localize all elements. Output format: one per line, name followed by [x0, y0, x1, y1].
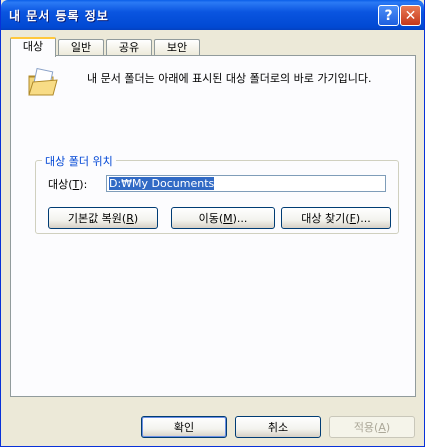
- target-label: 대상(T):: [48, 178, 88, 191]
- title-bar[interactable]: 내 문서 등록 정보 ? ✕: [1, 0, 424, 30]
- close-icon: ✕: [404, 7, 417, 24]
- tab-panel-target: 내 문서 폴더는 아래에 표시된 대상 폴더로의 바로 가기입니다. 대상 폴더…: [10, 55, 416, 397]
- apply-button[interactable]: 적용(A): [329, 416, 415, 438]
- description-text: 내 문서 폴더는 아래에 표시된 대상 폴더로의 바로 가기입니다.: [87, 72, 372, 85]
- target-input[interactable]: D:₩My Documents: [106, 175, 386, 192]
- tab-general[interactable]: 일반: [58, 39, 104, 56]
- restore-default-button[interactable]: 기본값 복원(R): [48, 207, 158, 229]
- cancel-button[interactable]: 취소: [235, 416, 321, 438]
- tab-sharing[interactable]: 공유: [106, 39, 152, 56]
- target-input-value: D:₩My Documents: [109, 177, 215, 190]
- target-folder-group: 대상 폴더 위치 대상(T): D:₩My Documents 기본값 복원(R…: [35, 153, 399, 234]
- my-documents-folder-icon: [27, 67, 61, 101]
- tab-target[interactable]: 대상: [10, 37, 56, 57]
- window-title: 내 문서 등록 정보: [9, 9, 109, 23]
- move-button[interactable]: 이동(M)...: [171, 207, 275, 229]
- properties-dialog: 내 문서 등록 정보 ? ✕ 대상 일반 공유 보안 내 문서 폴더는 아래에 …: [0, 0, 425, 447]
- close-button[interactable]: ✕: [400, 5, 421, 26]
- help-button[interactable]: ?: [378, 5, 399, 26]
- ok-button[interactable]: 확인: [141, 416, 227, 438]
- group-legend: 대상 폴더 위치: [42, 153, 116, 169]
- help-icon: ?: [384, 7, 393, 24]
- find-target-button[interactable]: 대상 찾기(F)...: [281, 207, 391, 229]
- tab-security[interactable]: 보안: [154, 39, 200, 56]
